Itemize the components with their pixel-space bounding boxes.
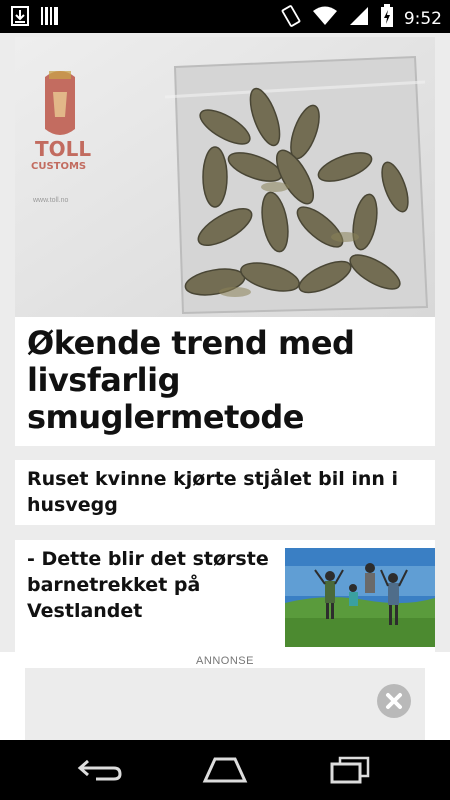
wifi-icon xyxy=(312,5,338,32)
ad-label: ANNONSE xyxy=(196,655,254,667)
ad-banner[interactable] xyxy=(25,668,425,740)
battery-icon xyxy=(380,4,394,33)
status-bar: 9:52 xyxy=(0,0,450,33)
article-card[interactable]: Ruset kvinne kjørte stjålet bil inn i hu… xyxy=(15,460,435,525)
article-title[interactable]: - Dette blir det største barnetrekket på… xyxy=(27,546,277,624)
barcode-icon xyxy=(40,5,60,32)
close-icon[interactable] xyxy=(377,684,411,718)
home-icon[interactable] xyxy=(195,752,255,788)
article-card[interactable]: - Dette blir det største barnetrekket på… xyxy=(15,540,435,655)
article-thumbnail[interactable] xyxy=(285,548,435,647)
article-title[interactable]: Ruset kvinne kjørte stjålet bil inn i hu… xyxy=(27,466,427,518)
logo-text-toll: TOLL xyxy=(35,137,92,161)
signal-icon xyxy=(348,5,370,32)
recents-icon[interactable] xyxy=(320,752,380,788)
logo-text-customs: CUSTOMS xyxy=(31,161,87,172)
hero-article-title[interactable]: Økende trend med livsfarlig smuglermetod… xyxy=(27,325,427,436)
back-icon[interactable] xyxy=(70,752,130,788)
hero-article-card[interactable]: TOLL CUSTOMS www.toll.no Økende trend me… xyxy=(15,37,435,446)
rotate-icon xyxy=(280,4,302,33)
ad-area: ANNONSE xyxy=(0,652,450,740)
clock: 9:52 xyxy=(403,8,442,29)
toll-customs-logo xyxy=(45,71,75,135)
system-nav-bar xyxy=(0,740,450,800)
hero-image: TOLL CUSTOMS www.toll.no xyxy=(15,37,435,317)
download-icon xyxy=(10,5,30,32)
logo-url-text: www.toll.no xyxy=(33,197,69,204)
